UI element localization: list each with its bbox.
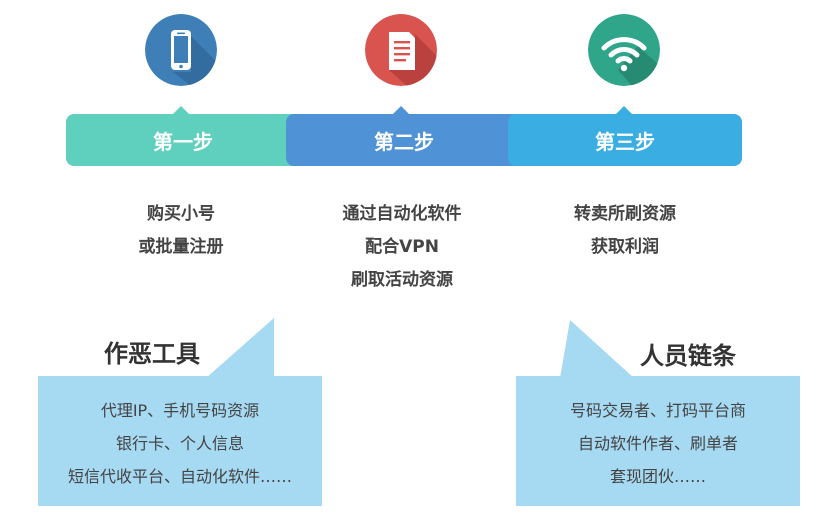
tools-line-3: 短信代收平台、自动化软件…… [67, 467, 292, 486]
step-1-pointer [173, 106, 189, 114]
step-3-line-1: 转卖所刷资源 [574, 204, 676, 224]
step-3-line-2: 获取利润 [591, 237, 659, 257]
step-3-pointer [616, 106, 632, 114]
tools-title: 作恶工具 [104, 340, 200, 368]
step-2-label: 第二步 [286, 114, 522, 166]
document-icon [365, 14, 437, 86]
chain-list: 号码交易者、打码平台商 自动软件作者、刷单者 套现团伙…… [516, 394, 800, 493]
step-2-description: 通过自动化软件 配合VPN 刷取活动资源 [302, 198, 502, 297]
step-1-line-2: 或批量注册 [138, 237, 224, 257]
tools-callout-pointer [206, 318, 274, 378]
step-3-label: 第三步 [508, 114, 742, 166]
step-1-line-1: 购买小号 [147, 204, 215, 224]
chain-line-3: 套现团伙…… [609, 467, 706, 486]
step-1-label: 第一步 [66, 114, 300, 166]
step-3-description: 转卖所刷资源 获取利润 [525, 198, 725, 264]
chain-callout-pointer [560, 320, 634, 378]
step-2-line-1: 通过自动化软件 [342, 204, 462, 224]
chain-title: 人员链条 [640, 342, 736, 370]
tools-line-1: 代理IP、手机号码资源 [100, 401, 260, 420]
phone-icon [145, 14, 217, 86]
tools-list: 代理IP、手机号码资源 银行卡、个人信息 短信代收平台、自动化软件…… [38, 394, 322, 493]
step-1-description: 购买小号 或批量注册 [81, 198, 281, 264]
tools-line-2: 银行卡、个人信息 [115, 434, 244, 453]
wifi-icon [588, 14, 660, 86]
step-2-line-2: 配合VPN [365, 237, 439, 257]
chain-line-2: 自动软件作者、刷单者 [577, 434, 738, 453]
chain-line-1: 号码交易者、打码平台商 [569, 401, 746, 420]
step-2-line-3: 刷取活动资源 [351, 270, 453, 290]
step-2-pointer [393, 106, 409, 114]
